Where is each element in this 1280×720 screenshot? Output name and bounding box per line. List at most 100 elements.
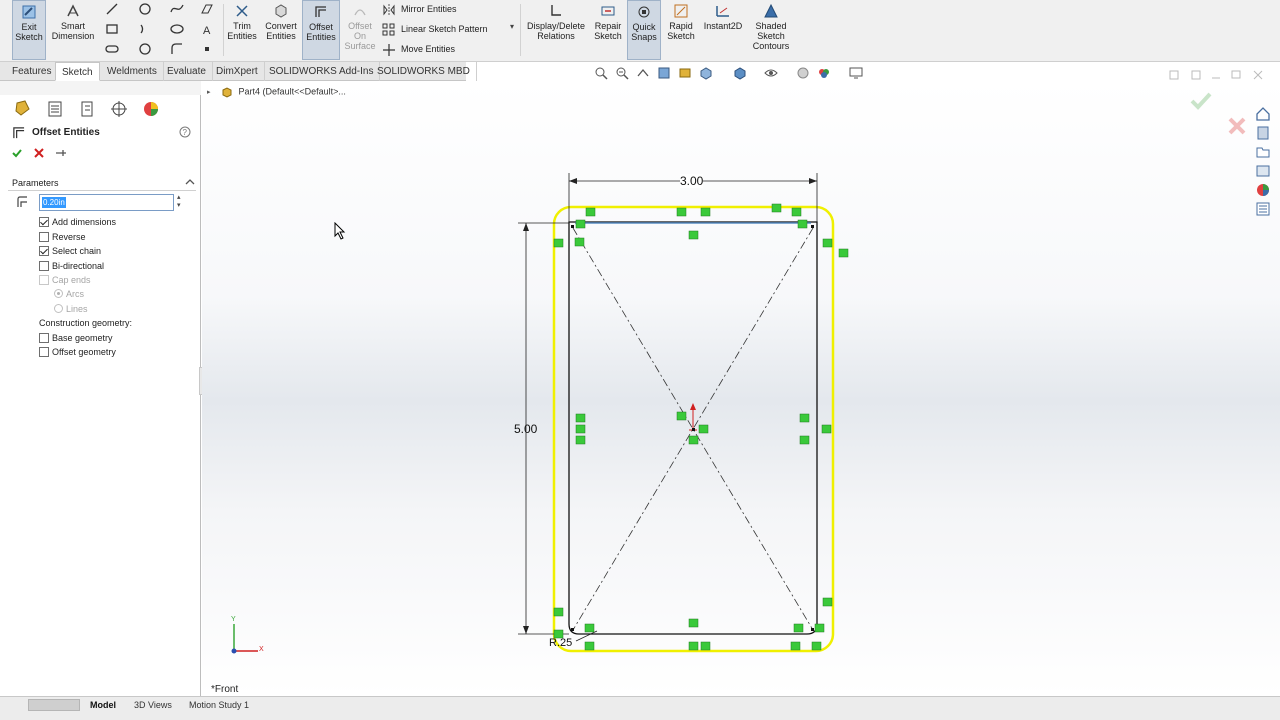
command-manager-ribbon: Exit Sketch Smart Dimension A Trim Entit… [0, 0, 1280, 62]
section-view-icon[interactable] [657, 66, 671, 80]
tile-vertical-icon[interactable] [1191, 70, 1201, 80]
fillet-icon[interactable] [170, 42, 184, 56]
arc-icon[interactable] [138, 22, 152, 36]
hide-show-items-icon[interactable] [764, 66, 778, 80]
select-chain-option[interactable]: Select chain [39, 246, 101, 258]
plane-icon[interactable] [200, 2, 214, 16]
convert-entities-button[interactable]: Convert Entities [262, 0, 300, 60]
tab-solidworks-add-ins[interactable]: SOLIDWORKS Add-Ins [263, 62, 381, 81]
task-pane-tabs [1252, 104, 1274, 222]
resources-home-icon[interactable] [1255, 106, 1271, 122]
repair-sketch-button[interactable]: Repair Sketch [591, 0, 625, 60]
radius-dimension[interactable]: R.25 [549, 637, 572, 649]
offset-spin-buttons[interactable]: ▴ ▾ [177, 194, 181, 210]
restore-icon[interactable] [1231, 70, 1241, 79]
flyout-feature-tree[interactable]: ▸ Part4 (Default<<Default>... [207, 86, 346, 98]
file-explorer-icon[interactable] [1255, 144, 1271, 160]
pin-icon[interactable] [55, 148, 67, 158]
rectangle-icon[interactable] [105, 22, 119, 36]
circle-icon[interactable] [138, 2, 152, 16]
display-style-icon[interactable] [733, 66, 747, 80]
spline-icon[interactable] [170, 2, 184, 16]
pattern-dropdown-arrow[interactable]: ▾ [510, 22, 514, 31]
rapid-sketch-button[interactable]: Rapid Sketch [664, 0, 698, 60]
confirm-corner-cancel-icon[interactable] [1228, 117, 1246, 135]
tab-scroll-buttons[interactable] [28, 699, 80, 711]
offset-geometry-checkbox[interactable] [39, 347, 49, 357]
tab-weldments[interactable]: Weldments [101, 62, 164, 81]
bi-directional-checkbox[interactable] [39, 261, 49, 271]
configuration-manager-tab-icon[interactable] [75, 99, 99, 119]
shaded-sketch-contours-button[interactable]: Shaded Sketch Contours [748, 0, 794, 60]
confirm-corner-ok-icon[interactable] [1190, 92, 1212, 110]
help-icon[interactable]: ? [179, 126, 191, 138]
add-dimensions-option[interactable]: Add dimensions [39, 217, 116, 229]
base-geometry-checkbox[interactable] [39, 333, 49, 343]
offset-on-surface-button[interactable]: Offset On Surface [342, 0, 378, 60]
add-dimensions-label: Add dimensions [52, 217, 117, 227]
base-geometry-label: Base geometry [52, 333, 113, 343]
offset-entities-button[interactable]: Offset Entities [302, 0, 340, 60]
graphics-area[interactable] [202, 81, 1280, 696]
document-window-controls [1169, 70, 1263, 80]
base-geometry-option[interactable]: Base geometry [39, 333, 113, 345]
point-icon[interactable] [200, 42, 214, 56]
bi-directional-option[interactable]: Bi-directional [39, 261, 104, 273]
height-dimension[interactable]: 5.00 [514, 422, 537, 436]
tab-3d-views[interactable]: 3D Views [129, 698, 177, 712]
apply-scene-icon[interactable] [817, 66, 831, 80]
add-dimensions-checkbox[interactable] [39, 217, 49, 227]
quick-snaps-button[interactable]: Quick Snaps [627, 0, 661, 60]
close-window-icon[interactable] [1253, 70, 1263, 80]
exit-sketch-button[interactable]: Exit Sketch [12, 0, 46, 60]
appearances-icon[interactable] [1255, 182, 1271, 198]
ok-check-icon[interactable] [11, 147, 23, 159]
polygon-icon[interactable] [138, 42, 152, 56]
line-icon[interactable] [105, 2, 119, 16]
tab-model[interactable]: Model [85, 698, 121, 712]
smart-dimension-button[interactable]: Smart Dimension [50, 0, 96, 60]
mirror-entities-button[interactable]: Mirror Entities [382, 0, 457, 18]
display-delete-relations-button[interactable]: Display/Delete Relations [523, 0, 589, 60]
tree-expand-icon[interactable]: ▸ [207, 89, 211, 96]
slot-icon[interactable] [105, 42, 119, 56]
tab-features[interactable]: Features [6, 62, 59, 81]
cancel-x-icon[interactable] [34, 148, 44, 158]
select-chain-checkbox[interactable] [39, 246, 49, 256]
offset-geometry-option[interactable]: Offset geometry [39, 347, 116, 359]
tab-sketch[interactable]: Sketch [55, 62, 100, 81]
view-palette-icon[interactable] [1255, 163, 1271, 179]
reverse-checkbox[interactable] [39, 232, 49, 242]
offset-distance-icon [17, 196, 27, 207]
instant2d-button[interactable]: Instant2D [700, 0, 746, 60]
width-dimension[interactable]: 3.00 [680, 174, 704, 188]
linear-sketch-pattern-button[interactable]: Linear Sketch Pattern [382, 20, 488, 38]
tile-horizontal-icon[interactable] [1169, 70, 1179, 80]
panel-splitter[interactable] [0, 81, 201, 95]
custom-properties-icon[interactable] [1255, 201, 1271, 217]
tab-motion-study-1[interactable]: Motion Study 1 [184, 698, 254, 712]
design-library-icon[interactable] [1255, 125, 1271, 141]
zoom-to-area-icon[interactable] [615, 66, 629, 80]
move-entities-button[interactable]: Move Entities [382, 40, 455, 58]
zoom-to-fit-icon[interactable] [594, 66, 608, 80]
trim-entities-button[interactable]: Trim Entities [225, 0, 259, 60]
dimxpert-manager-tab-icon[interactable] [107, 99, 131, 119]
tab-dimxpert[interactable]: DimXpert [210, 62, 265, 81]
ellipse-icon[interactable] [170, 22, 184, 36]
tab-solidworks-mbd[interactable]: SOLIDWORKS MBD [371, 62, 477, 81]
feature-manager-tab-icon[interactable] [11, 99, 35, 119]
edit-appearance-icon[interactable] [796, 66, 810, 80]
reverse-option[interactable]: Reverse [39, 232, 86, 244]
previous-view-icon[interactable] [636, 66, 650, 80]
exit-sketch-icon [22, 5, 36, 19]
collapse-chevron-icon[interactable] [185, 178, 195, 186]
view-orientation-icon[interactable] [699, 66, 713, 80]
select-chain-label: Select chain [52, 246, 102, 256]
view-settings-icon[interactable] [849, 66, 863, 80]
tab-evaluate[interactable]: Evaluate [161, 62, 213, 81]
display-manager-tab-icon[interactable] [139, 99, 163, 119]
dynamic-annotation-icon[interactable] [678, 66, 692, 80]
text-icon[interactable]: A [200, 22, 214, 36]
property-manager-tab-icon[interactable] [43, 99, 67, 119]
